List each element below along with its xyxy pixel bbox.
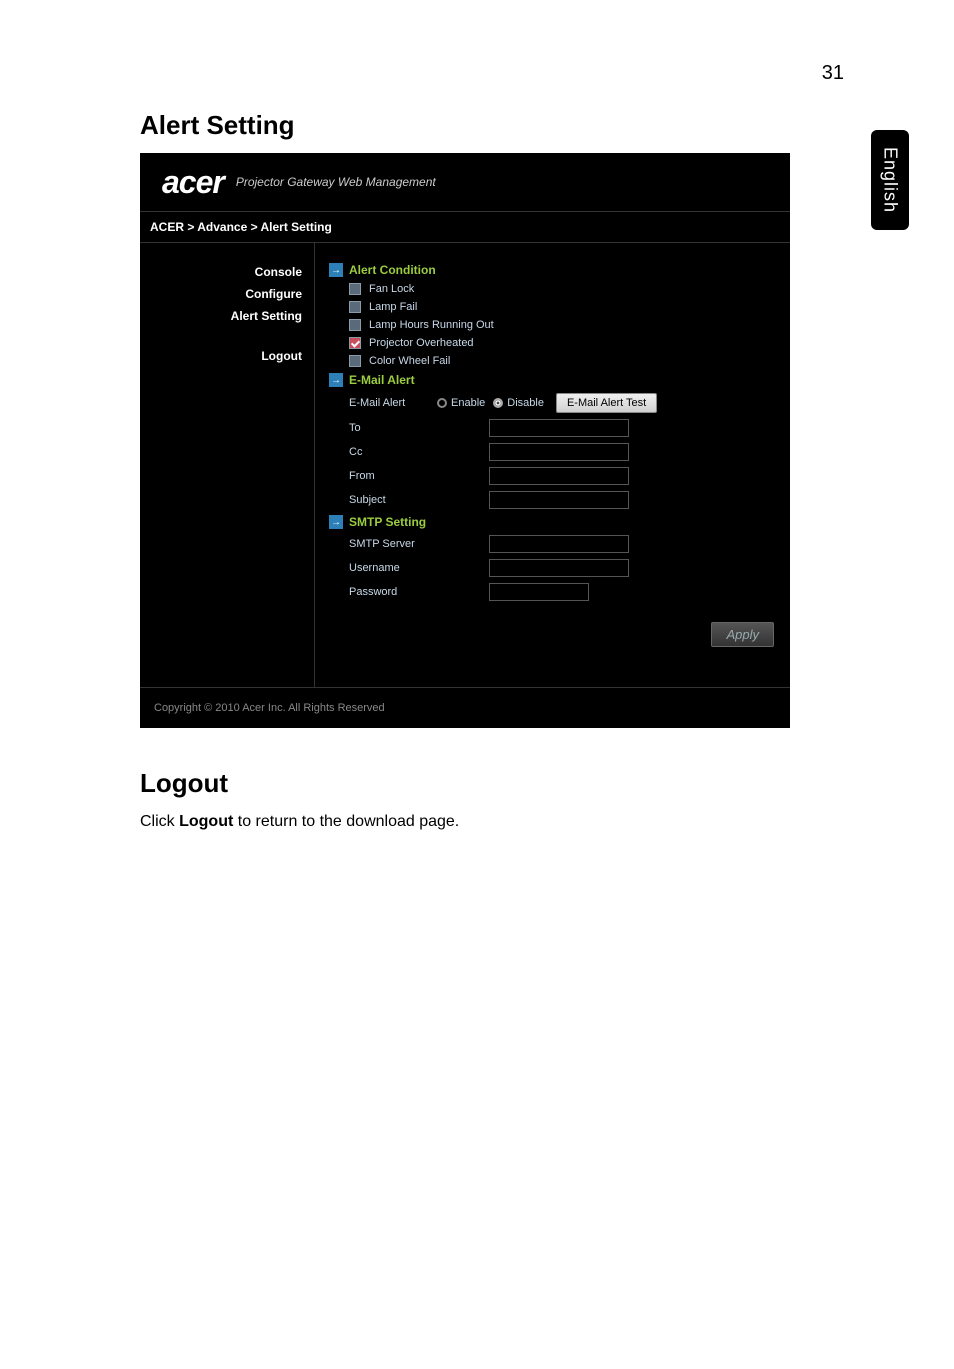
arrow-icon: →: [329, 515, 343, 529]
sidebar-item-alert-setting[interactable]: Alert Setting: [140, 305, 302, 327]
disable-label: Disable: [507, 397, 544, 409]
cc-input[interactable]: [489, 443, 629, 461]
screenshot-header: acer Projector Gateway Web Management: [140, 153, 790, 211]
alert-condition-header: → Alert Condition: [329, 263, 780, 277]
language-tab: English: [871, 130, 909, 230]
email-alert-field-label: E-Mail Alert: [349, 397, 429, 409]
projector-overheated-checkbox[interactable]: [349, 337, 361, 349]
alert-condition-label: Alert Condition: [349, 263, 436, 277]
apply-button[interactable]: Apply: [711, 622, 774, 647]
fan-lock-checkbox[interactable]: [349, 283, 361, 295]
subject-input[interactable]: [489, 491, 629, 509]
subject-label: Subject: [349, 494, 429, 506]
screenshot-alert-setting: acer Projector Gateway Web Management AC…: [140, 153, 790, 728]
logout-text-prefix: Click: [140, 813, 179, 830]
enable-label: Enable: [451, 397, 485, 409]
logout-instruction: Click Logout to return to the download p…: [140, 813, 844, 831]
to-input[interactable]: [489, 419, 629, 437]
subject-row: Subject: [349, 491, 780, 509]
settings-panel: → Alert Condition Fan Lock Lamp Fail Lam…: [315, 243, 790, 687]
to-row: To: [349, 419, 780, 437]
logout-text-bold: Logout: [179, 813, 233, 830]
username-label: Username: [349, 562, 429, 574]
color-wheel-fail-label: Color Wheel Fail: [369, 355, 450, 367]
smtp-setting-label: SMTP Setting: [349, 515, 426, 529]
lamp-hours-checkbox[interactable]: [349, 319, 361, 331]
from-row: From: [349, 467, 780, 485]
sidebar: Console Configure Alert Setting Logout: [140, 243, 315, 687]
password-row: Password: [349, 583, 780, 601]
enable-radio[interactable]: [437, 398, 447, 408]
sidebar-item-logout[interactable]: Logout: [140, 345, 302, 367]
email-alert-header: → E-Mail Alert: [329, 373, 780, 387]
cc-row: Cc: [349, 443, 780, 461]
password-label: Password: [349, 586, 429, 598]
to-label: To: [349, 422, 429, 434]
from-label: From: [349, 470, 429, 482]
from-input[interactable]: [489, 467, 629, 485]
projector-overheated-row[interactable]: Projector Overheated: [349, 337, 780, 349]
username-row: Username: [349, 559, 780, 577]
projector-overheated-label: Projector Overheated: [369, 337, 474, 349]
email-alert-label: E-Mail Alert: [349, 373, 415, 387]
fan-lock-label: Fan Lock: [369, 283, 414, 295]
arrow-icon: →: [329, 263, 343, 277]
cc-label: Cc: [349, 446, 429, 458]
disable-radio[interactable]: [493, 398, 503, 408]
arrow-icon: →: [329, 373, 343, 387]
username-input[interactable]: [489, 559, 629, 577]
screenshot-footer: Copyright © 2010 Acer Inc. All Rights Re…: [140, 687, 790, 728]
fan-lock-row[interactable]: Fan Lock: [349, 283, 780, 295]
page-number: 31: [822, 62, 844, 85]
email-alert-toggle-row: E-Mail Alert Enable Disable E-Mail Alert…: [349, 393, 780, 413]
color-wheel-fail-checkbox[interactable]: [349, 355, 361, 367]
smtp-server-row: SMTP Server: [349, 535, 780, 553]
lamp-hours-label: Lamp Hours Running Out: [369, 319, 494, 331]
language-tab-label: English: [880, 147, 901, 213]
header-subtitle: Projector Gateway Web Management: [236, 175, 436, 189]
color-wheel-fail-row[interactable]: Color Wheel Fail: [349, 355, 780, 367]
acer-logo: acer: [162, 164, 224, 201]
breadcrumb: ACER > Advance > Alert Setting: [140, 211, 790, 243]
lamp-hours-row[interactable]: Lamp Hours Running Out: [349, 319, 780, 331]
email-alert-test-button[interactable]: E-Mail Alert Test: [556, 393, 657, 413]
lamp-fail-checkbox[interactable]: [349, 301, 361, 313]
alert-setting-heading: Alert Setting: [140, 110, 844, 141]
smtp-server-input[interactable]: [489, 535, 629, 553]
logout-heading: Logout: [140, 768, 844, 799]
password-input[interactable]: [489, 583, 589, 601]
logout-text-suffix: to return to the download page.: [233, 813, 459, 830]
smtp-setting-header: → SMTP Setting: [329, 515, 780, 529]
sidebar-item-configure[interactable]: Configure: [140, 283, 302, 305]
lamp-fail-label: Lamp Fail: [369, 301, 417, 313]
smtp-server-label: SMTP Server: [349, 538, 429, 550]
sidebar-item-console[interactable]: Console: [140, 261, 302, 283]
lamp-fail-row[interactable]: Lamp Fail: [349, 301, 780, 313]
